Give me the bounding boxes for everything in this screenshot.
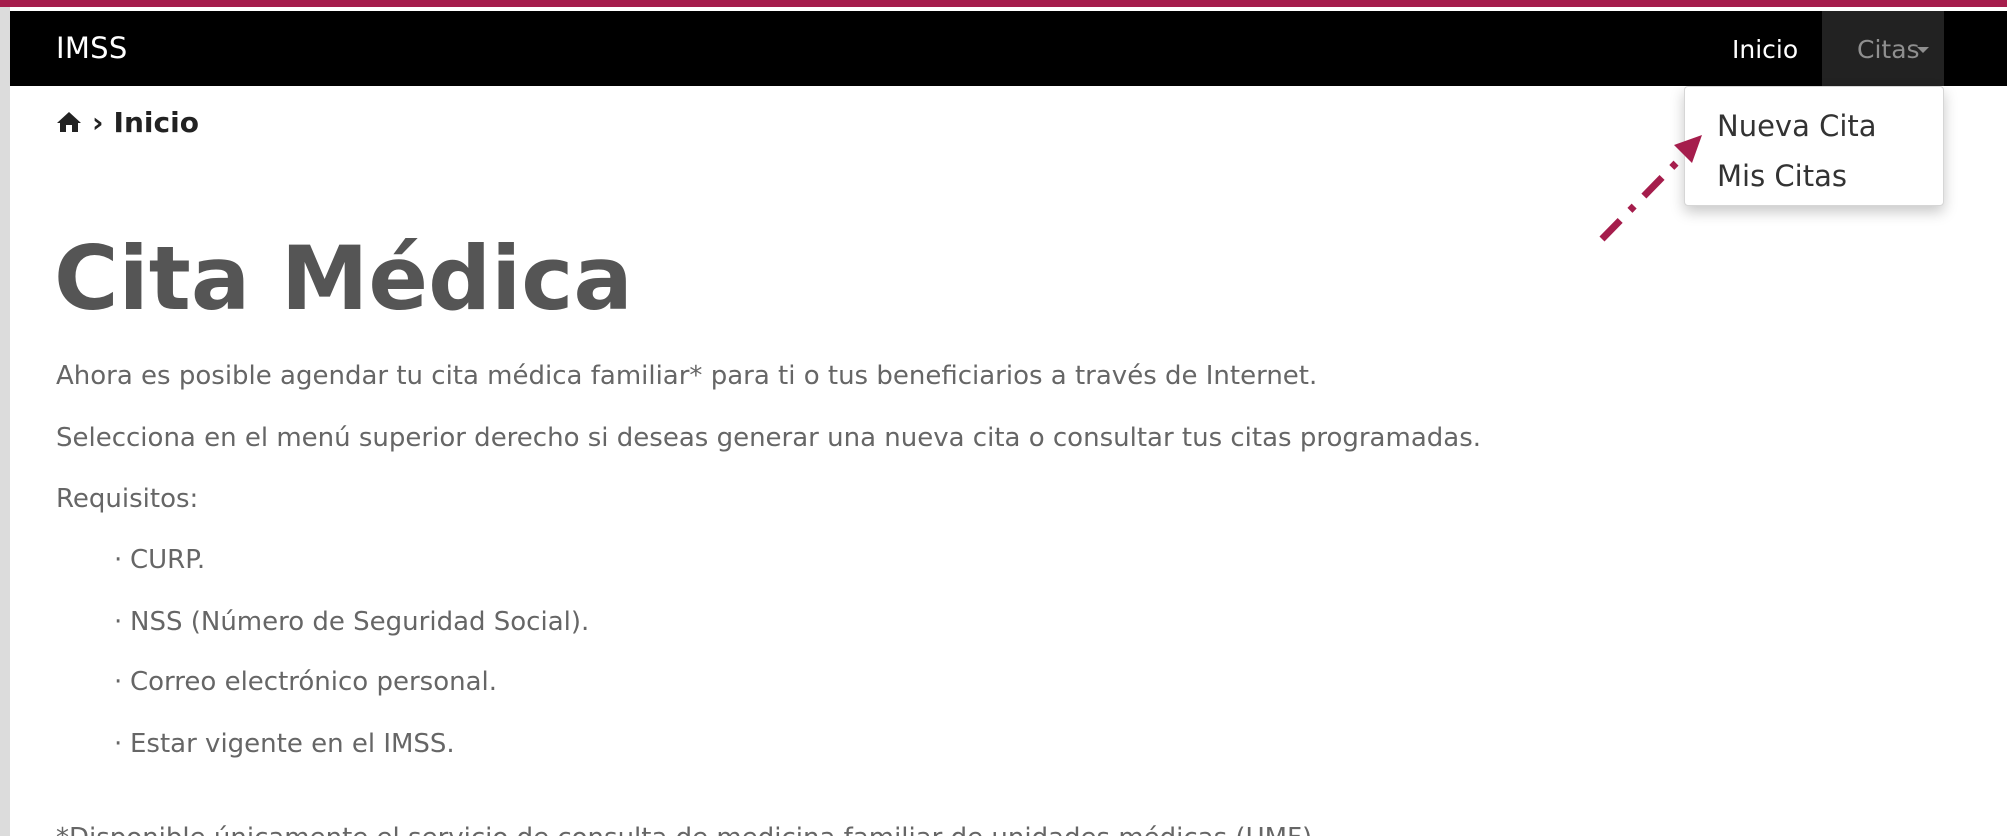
menu-item-nueva-cita[interactable]: Nueva Cita [1717, 109, 1877, 143]
breadcrumb: › Inicio [56, 105, 199, 139]
nav-citas-label: Citas [1857, 35, 1920, 64]
requirements-heading: Requisitos: [56, 484, 199, 514]
list-item: · Correo electrónico personal. [114, 667, 498, 697]
nav-inicio-link[interactable]: Inicio [1732, 35, 1798, 64]
instructions-paragraph: Selecciona en el menú superior derecho s… [56, 423, 1481, 453]
footnote: *Disponible únicamente el servicio de co… [56, 823, 1320, 836]
brand-link[interactable]: IMSS [56, 31, 128, 65]
window-top-accent [0, 0, 2007, 7]
home-icon[interactable] [56, 110, 82, 134]
intro-paragraph: Ahora es posible agendar tu cita médica … [56, 361, 1318, 391]
bullet-icon: · [114, 607, 123, 637]
top-navbar: IMSS Inicio Citas [10, 11, 2007, 86]
bullet-icon: · [114, 667, 123, 697]
bullet-icon: · [114, 545, 123, 575]
breadcrumb-current: Inicio [113, 105, 199, 139]
list-item: · NSS (Número de Seguridad Social). [114, 607, 590, 637]
list-item: · CURP. [114, 545, 206, 575]
page-title: Cita Médica [54, 227, 633, 330]
menu-item-mis-citas[interactable]: Mis Citas [1717, 159, 1847, 193]
caret-down-icon [1917, 47, 1929, 53]
bullet-icon: · [114, 729, 123, 759]
browser-page: IMSS Inicio Citas › Inicio Nueva Cita Mi… [10, 7, 2007, 836]
breadcrumb-separator: › [92, 105, 104, 139]
pointer-arrow-icon [1599, 135, 1702, 242]
citas-dropdown-menu: Nueva Cita Mis Citas [1684, 86, 1944, 206]
nav-citas-dropdown-toggle[interactable]: Citas [1822, 11, 1944, 86]
list-item: · Estar vigente en el IMSS. [114, 729, 455, 759]
